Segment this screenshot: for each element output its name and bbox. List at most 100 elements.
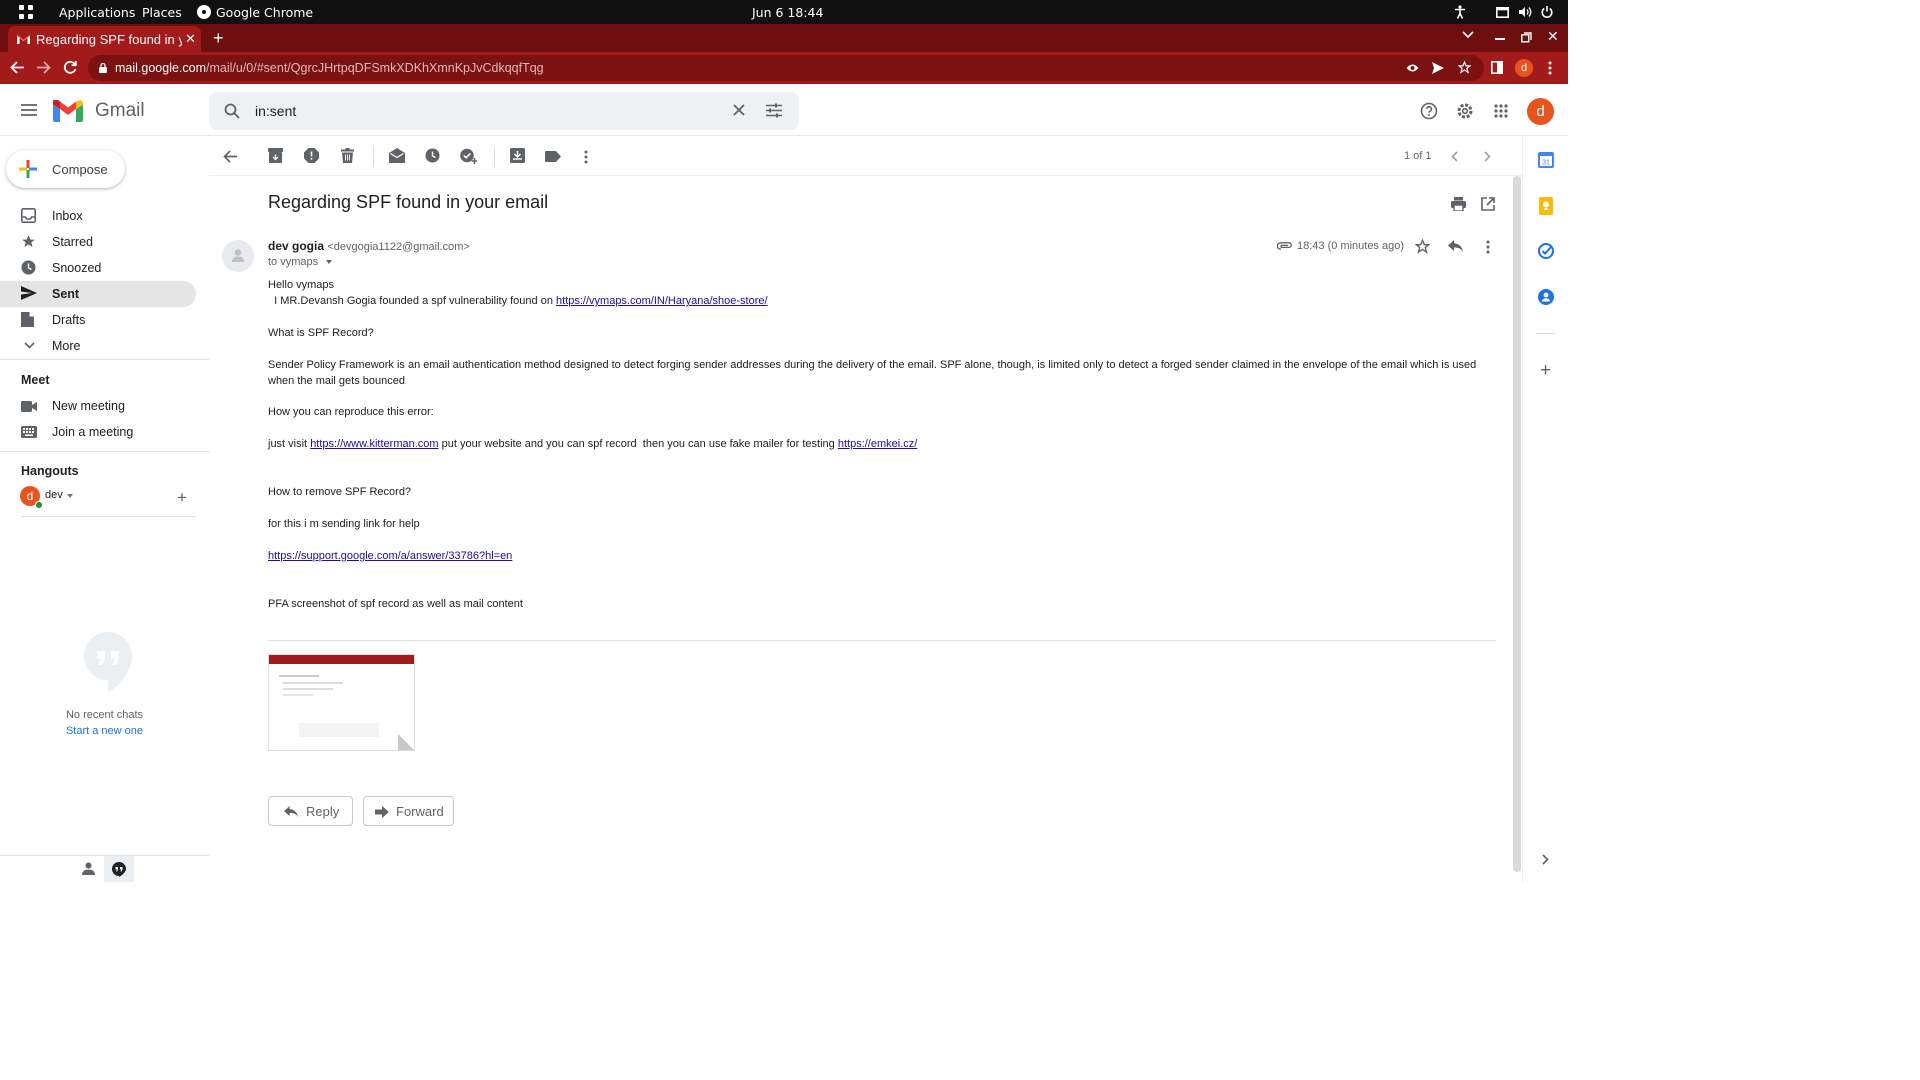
search-bar[interactable]: in:sent — [209, 92, 799, 130]
volume-icon[interactable] — [1519, 0, 1532, 24]
details-caret-icon[interactable] — [326, 260, 333, 265]
tab-close-icon[interactable]: ✕ — [185, 31, 196, 47]
new-meeting-button[interactable]: New meeting — [0, 393, 196, 419]
keep-app-icon[interactable] — [1539, 197, 1553, 215]
mark-unread-icon[interactable] — [389, 148, 405, 163]
back-to-list-icon[interactable] — [223, 150, 237, 163]
tasks-app-icon[interactable] — [1538, 243, 1554, 259]
keyboard-icon — [21, 426, 37, 438]
move-to-icon[interactable] — [510, 148, 525, 163]
contacts-person-icon[interactable] — [82, 862, 95, 875]
active-app-menu[interactable]: Google Chrome — [197, 0, 313, 24]
body-help-text: for this i m sending link for help — [268, 518, 420, 530]
sender-email: <devgogia1122@gmail.com> — [327, 241, 470, 253]
start-new-chat-link[interactable]: Start a new one — [0, 725, 209, 737]
sidebar-item-inbox[interactable]: Inbox — [0, 203, 196, 229]
emkei-link[interactable]: https://emkei.cz/ — [838, 438, 917, 450]
open-new-window-icon[interactable] — [1481, 197, 1495, 211]
eye-icon[interactable] — [1406, 63, 1419, 73]
clock[interactable]: Jun 6 18:44 — [752, 0, 823, 24]
sender-avatar[interactable] — [222, 240, 254, 272]
places-menu[interactable]: Places — [142, 0, 182, 24]
recipients-line[interactable]: to vymaps — [268, 256, 333, 268]
kitterman-link[interactable]: https://www.kitterman.com — [310, 438, 438, 450]
body-line-1-text: I MR.Devansh Gogia founded a spf vulnera… — [268, 295, 557, 307]
active-app-label: Google Chrome — [216, 4, 314, 20]
applications-menu[interactable]: Applications — [59, 0, 135, 24]
back-icon[interactable] — [10, 61, 24, 74]
star-icon — [21, 234, 36, 249]
settings-gear-icon[interactable] — [1456, 102, 1474, 120]
sidebar-item-sent[interactable]: Sent — [0, 281, 196, 307]
vymaps-link[interactable]: https://vymaps.com/IN/Haryana/shoe-store… — [556, 295, 768, 307]
browser-profile-avatar[interactable]: d — [1515, 59, 1533, 77]
reply-button[interactable]: Reply — [268, 796, 353, 826]
older-chevron-right-icon[interactable] — [1484, 151, 1491, 162]
attachment-thumbnail[interactable] — [268, 654, 415, 751]
window-icon[interactable] — [1496, 0, 1509, 24]
archive-icon[interactable] — [268, 148, 283, 163]
main-menu-icon[interactable] — [21, 104, 37, 116]
expand-panel-chevron-icon[interactable] — [1542, 854, 1549, 865]
add-task-icon[interactable] — [460, 148, 477, 164]
browser-tab[interactable]: Regarding SPF found in your email ✕ — [8, 26, 201, 52]
account-avatar[interactable]: d — [1527, 98, 1554, 125]
clear-search-icon[interactable] — [733, 104, 745, 116]
print-icon[interactable] — [1451, 197, 1466, 211]
toolbar-divider — [373, 147, 374, 167]
forward-icon[interactable] — [37, 61, 51, 74]
thumb-fold-corner — [398, 734, 414, 750]
delete-trash-icon[interactable] — [341, 148, 354, 163]
share-send-icon[interactable] — [1432, 62, 1444, 74]
google-support-link[interactable]: https://support.google.com/a/answer/3378… — [268, 550, 512, 562]
newer-chevron-left-icon[interactable] — [1451, 151, 1458, 162]
address-bar[interactable]: mail.google.com/mail/u/0/#sent/QgrcJHrtp… — [88, 55, 1484, 81]
browser-menu-icon[interactable] — [1548, 61, 1552, 75]
visit-pre-text: just visit — [268, 438, 311, 450]
activities-grid-icon[interactable] — [19, 0, 33, 24]
snooze-clock-icon[interactable] — [425, 148, 440, 163]
hangouts-user[interactable]: d dev — [20, 486, 180, 509]
label-tag-icon[interactable] — [545, 151, 561, 162]
compose-plus-icon — [19, 160, 37, 178]
get-addons-plus-icon[interactable]: + — [1540, 361, 1551, 380]
hangouts-bubble-icon — [83, 632, 133, 692]
minimize-icon[interactable] — [1495, 38, 1505, 40]
sidebar-item-drafts[interactable]: Drafts — [0, 307, 196, 333]
side-panel-icon[interactable] — [1491, 61, 1503, 74]
join-meeting-label: Join a meeting — [52, 425, 134, 439]
search-icon[interactable] — [224, 103, 240, 119]
search-options-icon[interactable] — [766, 103, 782, 118]
search-input[interactable]: in:sent — [255, 92, 296, 130]
contacts-app-icon[interactable] — [1538, 289, 1554, 305]
gmail-logo[interactable] — [53, 100, 83, 122]
bookmark-star-icon[interactable] — [1458, 61, 1471, 74]
window-close-icon[interactable]: ✕ — [1547, 28, 1559, 45]
compose-button[interactable]: Compose — [6, 150, 125, 188]
reload-icon[interactable] — [63, 60, 77, 74]
apps-grid-icon[interactable] — [1494, 104, 1508, 118]
svg-text:31: 31 — [1542, 160, 1550, 167]
sidebar-item-more[interactable]: More — [0, 333, 196, 359]
maximize-icon[interactable] — [1521, 32, 1532, 43]
accessibility-icon[interactable] — [1454, 0, 1466, 24]
help-icon[interactable] — [1420, 102, 1438, 120]
join-meeting-button[interactable]: Join a meeting — [0, 419, 196, 445]
new-tab-button[interactable]: + — [213, 28, 224, 49]
hangouts-tab-icon[interactable] — [104, 856, 134, 882]
sidebar-item-snoozed[interactable]: Snoozed — [0, 255, 196, 281]
body-question-3: How to remove SPF Record? — [268, 486, 412, 498]
message-more-icon[interactable] — [1486, 240, 1490, 254]
sidebar-item-starred[interactable]: Starred — [0, 229, 196, 255]
reply-icon[interactable] — [1448, 240, 1463, 253]
power-icon[interactable] — [1541, 0, 1553, 24]
tab-search-icon[interactable] — [1462, 31, 1474, 39]
star-message-icon[interactable] — [1415, 239, 1430, 254]
sender-name[interactable]: dev gogia — [268, 239, 324, 253]
message-scrollbar[interactable] — [1513, 176, 1521, 872]
forward-button[interactable]: Forward — [363, 796, 454, 826]
report-spam-icon[interactable] — [304, 148, 319, 163]
more-actions-icon[interactable] — [584, 150, 588, 164]
add-hangout-icon[interactable]: + — [177, 489, 187, 506]
calendar-app-icon[interactable]: 31 — [1538, 152, 1554, 168]
